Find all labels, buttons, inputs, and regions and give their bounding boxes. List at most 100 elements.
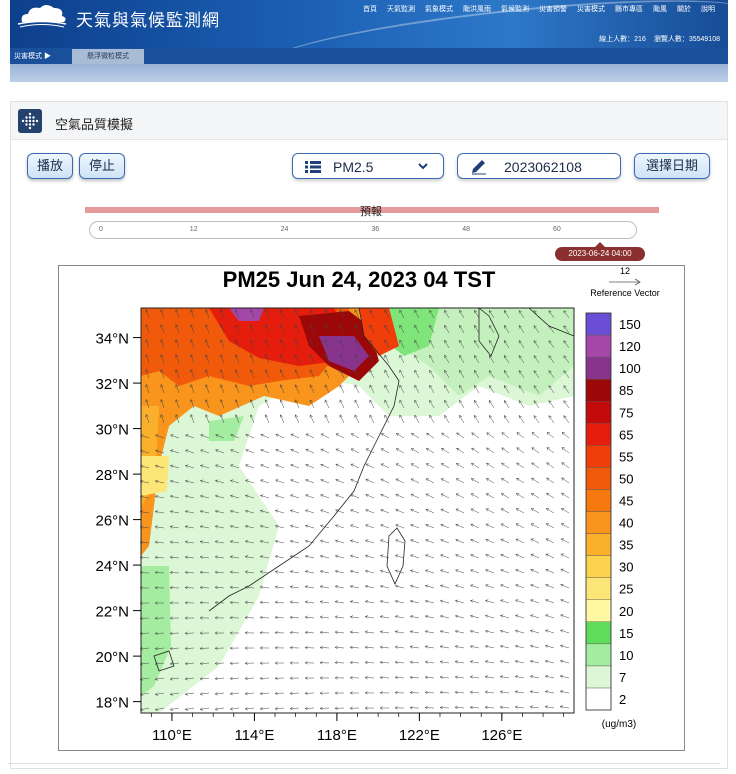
chart-title: PM25 Jun 24, 2023 04 TST (223, 267, 496, 292)
timeline-tooltip: 2023-06-24 04:00 (555, 242, 645, 261)
y-tick-label: 22°N (95, 604, 129, 621)
nav-disaster-warning[interactable]: 災害預警 (534, 4, 572, 14)
colorbar-swatch (585, 621, 612, 645)
colorbar-label: 10 (619, 648, 633, 663)
site-title[interactable]: 天氣與氣候監測網 (76, 6, 220, 31)
y-tick-label: 28°N (95, 467, 129, 484)
tab-particulate-model[interactable]: 懸浮微粒模式 (72, 49, 144, 64)
colorbar-swatch (585, 577, 612, 600)
visit-stats: 線上人數：216 瀏覽人數：35549108 (599, 34, 720, 44)
panel-header: 空氣品質模擬 (11, 102, 727, 140)
sub-bar: 災害模式 ▶ 懸浮微粒模式 (10, 48, 728, 64)
y-tick-label: 20°N (95, 649, 129, 666)
colorbar-label: 40 (619, 516, 633, 531)
colorbar-label: 2 (619, 692, 626, 707)
x-tick-label: 126°E (481, 727, 522, 744)
colorbar-label: 55 (619, 449, 633, 464)
colorbar-swatch (585, 356, 612, 380)
colorbar-swatch (585, 489, 612, 512)
x-tick-label: 114°E (234, 727, 274, 744)
x-axis: 110°E 114°E 118°E 122°E 126°E (150, 713, 565, 744)
colorbar-swatch (585, 378, 612, 402)
reference-vector-label: Reference Vector (590, 288, 660, 298)
header-band (10, 64, 728, 82)
timeline-tick-0: 0 (99, 226, 103, 233)
colorbar-unit: (ug/m3) (602, 719, 636, 730)
pencil-icon (472, 160, 486, 175)
dots-grid-icon (18, 109, 42, 133)
colorbar-label: 45 (619, 493, 633, 508)
colorbar-swatch (585, 555, 612, 578)
colorbar: 2 7 10 15 20 25 30 35 40 45 50 55 65 75 85 100 120 150 (585, 312, 641, 711)
colorbar-swatch (585, 687, 612, 711)
online-users: 線上人數：216 (599, 36, 646, 43)
species-select-value: PM2.5 (333, 159, 374, 175)
colorbar-label: 75 (619, 405, 633, 420)
air-quality-panel: 空氣品質模擬 播放 停止 PM2.5 2023062108 選擇日期 預報 0 1… (10, 101, 728, 769)
nav-weather-monitor[interactable]: 天氣監測 (382, 4, 420, 14)
top-nav: 首頁 天氣監測 氣象模式 颱洪風雨 氣候監測 災害預警 災害模式 縣市專區 颱風… (358, 4, 720, 14)
list-icon (305, 161, 321, 173)
chevron-down-icon (418, 163, 428, 170)
colorbar-swatch (585, 334, 612, 358)
nav-home[interactable]: 首頁 (358, 4, 382, 14)
nav-climate-monitor[interactable]: 氣候監測 (496, 4, 534, 14)
colorbar-label: 15 (619, 626, 633, 641)
bottom-divider (8, 763, 720, 764)
panel-title: 空氣品質模擬 (55, 117, 134, 132)
nav-county-zone[interactable]: 縣市專區 (610, 4, 648, 14)
y-tick-label: 18°N (95, 695, 129, 712)
colorbar-label: 20 (619, 604, 633, 619)
cloud-logo-icon[interactable] (16, 2, 68, 28)
nav-about[interactable]: 關於 (672, 4, 696, 14)
timeline-tick-60: 60 (553, 226, 561, 233)
colorbar-swatch (585, 665, 612, 689)
timeline-tick-48: 48 (462, 226, 470, 233)
pm25-map-chart: PM25 Jun 24, 2023 04 TST 12 Reference Ve… (58, 265, 685, 751)
colorbar-label: 65 (619, 427, 633, 442)
plot-area (139, 307, 575, 714)
stop-button[interactable]: 停止 (79, 153, 125, 179)
date-field-value: 2023062108 (504, 159, 582, 175)
reference-vector-arrow (609, 278, 641, 286)
date-field[interactable]: 2023062108 (457, 153, 621, 179)
colorbar-label: 30 (619, 560, 633, 575)
species-select[interactable]: PM2.5 (292, 153, 444, 179)
nav-help[interactable]: 說明 (696, 4, 720, 14)
y-axis: 18°N 20°N 22°N 24°N 26°N 28°N 30°N 32°N 34°N (95, 331, 141, 712)
colorbar-swatch (585, 511, 612, 534)
x-tick-label: 110°E (152, 727, 192, 744)
timeline-tick-36: 36 (371, 226, 380, 233)
timeline-tick-12: 12 (189, 226, 198, 233)
y-tick-label: 30°N (95, 422, 129, 439)
colorbar-label: 25 (619, 582, 633, 597)
nav-disaster-model[interactable]: 災害模式 (572, 4, 610, 14)
colorbar-swatch (585, 533, 612, 556)
choose-date-button[interactable]: 選擇日期 (634, 153, 710, 179)
colorbar-swatch (585, 643, 612, 667)
y-tick-label: 34°N (95, 331, 129, 348)
nav-weather-model[interactable]: 氣象模式 (420, 4, 458, 14)
colorbar-label: 7 (619, 670, 626, 685)
colorbar-label: 85 (619, 383, 633, 398)
y-tick-label: 26°N (95, 513, 129, 530)
colorbar-swatch (585, 467, 612, 490)
timeline-tick-24: 24 (280, 226, 289, 233)
play-button[interactable]: 播放 (27, 153, 73, 179)
breadcrumb[interactable]: 災害模式 ▶ (14, 51, 51, 61)
colorbar-swatch (585, 423, 612, 446)
colorbar-label: 50 (619, 471, 633, 486)
reference-vector-value: 12 (620, 266, 630, 276)
colorbar-label: 35 (619, 538, 633, 553)
forecast-label: 預報 (360, 206, 382, 218)
colorbar-swatch (585, 599, 612, 622)
site-header: 天氣與氣候監測網 首頁 天氣監測 氣象模式 颱洪風雨 氣候監測 災害預警 災害模… (10, 0, 728, 48)
nav-typhoon[interactable]: 颱風 (648, 4, 672, 14)
colorbar-label: 100 (619, 361, 641, 376)
colorbar-swatch (585, 312, 612, 336)
timeline-slider[interactable]: 0 12 24 36 48 60 (89, 221, 637, 239)
total-visits: 瀏覽人數：35549108 (653, 36, 720, 43)
x-tick-label: 122°E (399, 727, 440, 744)
nav-typhoon-flood[interactable]: 颱洪風雨 (458, 4, 496, 14)
colorbar-label: 150 (619, 317, 641, 332)
